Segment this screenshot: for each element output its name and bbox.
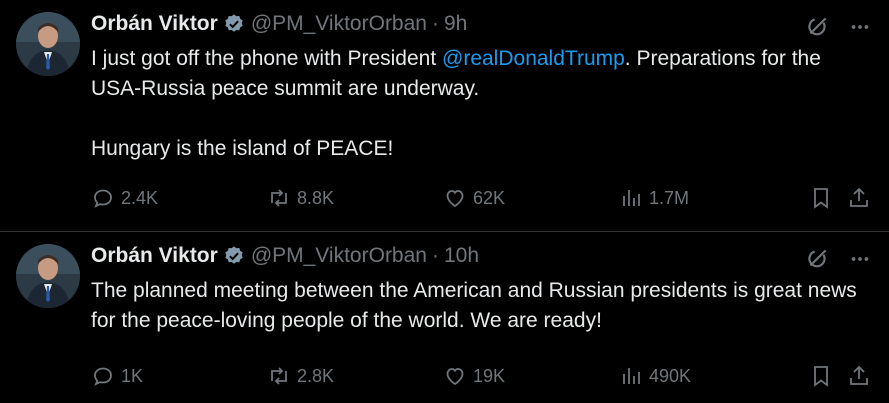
tweet[interactable]: Orbán Viktor @PM_ViktorOrban · 10h The p… — [0, 232, 889, 403]
timestamp[interactable]: 10h — [444, 244, 479, 268]
repost-count: 2.8K — [297, 365, 335, 386]
tweet-text-paragraph: Hungary is the island of PEACE! — [91, 137, 394, 160]
timestamp[interactable]: 9h — [444, 12, 467, 36]
bookmark-button[interactable] — [809, 183, 833, 213]
bookmark-icon — [814, 188, 828, 209]
author-name[interactable]: Orbán Viktor — [91, 12, 218, 36]
repost-icon — [271, 189, 287, 207]
share-button[interactable] — [847, 361, 871, 391]
bookmark-icon — [814, 366, 828, 387]
grok-icon[interactable] — [805, 14, 831, 40]
author-handle[interactable]: @PM_ViktorOrban — [251, 244, 427, 268]
tweet-text: I just got off the phone with President … — [91, 44, 871, 164]
like-button[interactable]: 19K — [443, 361, 505, 391]
bookmark-button[interactable] — [809, 361, 833, 391]
verified-badge-icon — [225, 14, 243, 32]
views-count: 490K — [649, 365, 692, 386]
reply-icon — [94, 367, 112, 386]
avatar[interactable] — [16, 12, 80, 76]
like-button[interactable]: 62K — [443, 183, 505, 213]
grok-icon[interactable] — [805, 246, 831, 272]
repost-button[interactable]: 2.8K — [267, 361, 334, 391]
reply-count: 1K — [121, 365, 144, 386]
tweet-text-part: I just got off the phone with President — [91, 47, 443, 70]
repost-count: 8.8K — [297, 187, 335, 208]
reply-icon — [94, 189, 112, 208]
share-icon — [850, 187, 868, 207]
more-icon[interactable] — [849, 248, 871, 270]
views-count: 1.7M — [649, 187, 690, 208]
author-handle[interactable]: @PM_ViktorOrban — [251, 12, 427, 36]
like-count: 19K — [473, 365, 506, 386]
tweet-text: The planned meeting between the American… — [91, 276, 871, 336]
avatar[interactable] — [16, 244, 80, 308]
views-button[interactable]: 1.7M — [619, 183, 689, 213]
views-icon — [623, 190, 640, 206]
separator-dot: · — [431, 12, 439, 35]
like-icon — [446, 190, 464, 208]
like-icon — [446, 368, 464, 386]
like-count: 62K — [473, 187, 506, 208]
verified-badge-icon — [225, 246, 243, 264]
views-icon — [623, 368, 640, 384]
tweet[interactable]: Orbán Viktor @PM_ViktorOrban · 9h I just… — [0, 0, 889, 232]
share-icon — [850, 365, 868, 385]
tweet-text-paragraph: The planned meeting between the American… — [91, 279, 857, 332]
more-icon[interactable] — [849, 16, 871, 38]
mention-link[interactable]: @realDonaldTrump — [442, 47, 625, 70]
reply-button[interactable]: 2.4K — [91, 183, 158, 213]
reply-button[interactable]: 1K — [91, 361, 143, 391]
share-button[interactable] — [847, 183, 871, 213]
separator-dot: · — [431, 244, 439, 267]
repost-button[interactable]: 8.8K — [267, 183, 334, 213]
reply-count: 2.4K — [121, 187, 159, 208]
author-name[interactable]: Orbán Viktor — [91, 244, 218, 268]
repost-icon — [271, 367, 287, 385]
views-button[interactable]: 490K — [619, 361, 691, 391]
